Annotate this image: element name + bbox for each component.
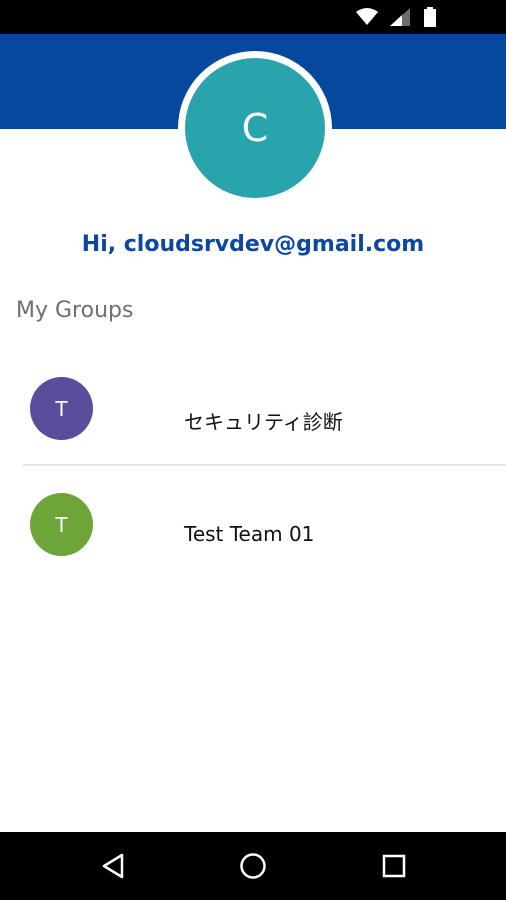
back-icon[interactable] [97,850,129,882]
group-avatar: T [30,377,93,440]
status-bar [0,0,506,34]
group-name: セキュリティ診断 [184,410,343,434]
group-name: Test Team 01 [184,522,315,546]
greeting-text: Hi, cloudsrvdev@gmail.com [81,232,425,257]
group-list: T セキュリティ診断 T Test Team 01 [0,350,506,582]
status-icons [356,7,436,27]
group-list-item[interactable]: T Test Team 01 [0,466,506,582]
recents-icon[interactable] [378,850,410,882]
avatar[interactable]: C [185,58,325,198]
battery-icon [424,7,436,27]
navigation-bar [0,832,506,900]
avatar-initial: C [241,106,269,150]
group-avatar-initial: T [55,512,68,537]
group-avatar: T [30,493,93,556]
wifi-icon [356,8,378,26]
screen: C Hi, cloudsrvdev@gmail.com My Groups T … [0,0,506,900]
group-list-item[interactable]: T セキュリティ診断 [0,350,506,466]
cell-signal-icon [390,8,412,26]
group-avatar-initial: T [55,396,68,421]
home-icon[interactable] [237,850,269,882]
my-groups-title: My Groups [16,298,134,323]
